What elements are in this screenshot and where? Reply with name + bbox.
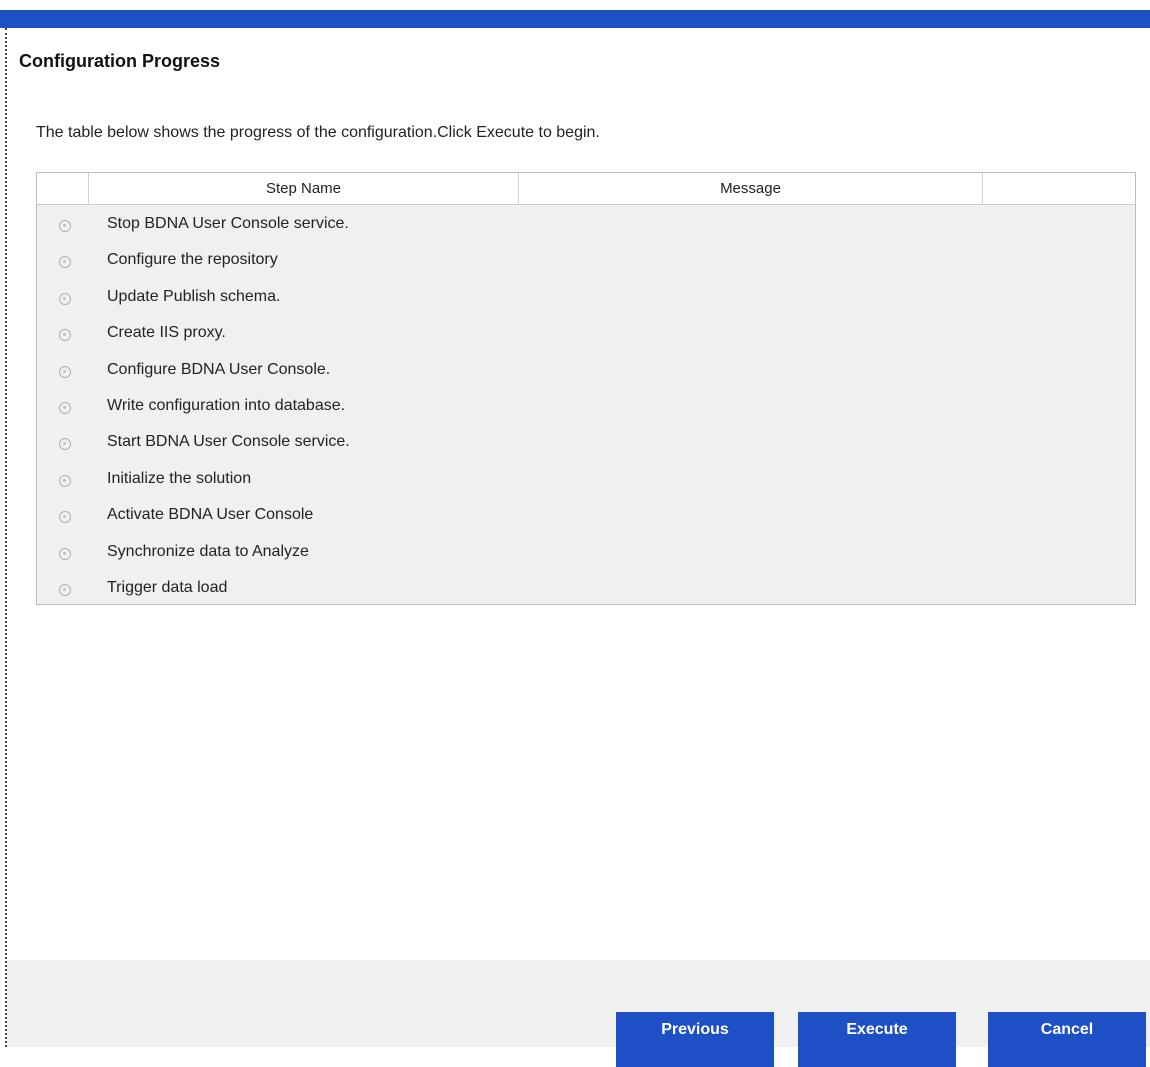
table-row[interactable]: Stop BDNA User Console service.	[37, 211, 1135, 247]
pending-status-icon	[59, 365, 71, 378]
pending-status-icon	[59, 292, 71, 305]
pending-status-icon	[59, 474, 71, 487]
page-title: Configuration Progress	[19, 51, 221, 71]
left-dotted-border	[5, 28, 7, 1047]
table-row[interactable]: Create IIS proxy.	[37, 320, 1135, 356]
top-accent-bar	[0, 10, 1150, 28]
step-name: Configure BDNA User Console.	[107, 360, 331, 378]
execute-button[interactable]: Execute	[798, 1012, 956, 1067]
column-header-step-name[interactable]: Step Name	[89, 173, 519, 204]
pending-status-icon	[59, 220, 71, 232]
pending-status-icon	[59, 583, 71, 596]
table-row[interactable]: Write configuration into database.	[37, 393, 1135, 429]
progress-table: Step Name Message Stop BDNA User Console…	[36, 172, 1136, 605]
table-row[interactable]: Trigger data load	[37, 575, 1135, 611]
table-row[interactable]: Start BDNA User Console service.	[37, 429, 1135, 465]
table-body: Stop BDNA User Console service. Configur…	[37, 211, 1135, 611]
cancel-button[interactable]: Cancel	[988, 1012, 1146, 1067]
table-row[interactable]: Synchronize data to Analyze	[37, 539, 1135, 575]
step-name: Activate BDNA User Console	[107, 506, 314, 524]
pending-status-icon	[59, 547, 71, 560]
pending-status-icon	[59, 511, 71, 524]
intro-text: The table below shows the progress of th…	[36, 124, 600, 141]
pending-status-icon	[59, 401, 71, 414]
step-name: Trigger data load	[107, 578, 228, 596]
step-name: Configure the repository	[107, 251, 278, 269]
footer-bar	[7, 960, 1150, 1047]
table-row[interactable]: Activate BDNA User Console	[37, 502, 1135, 538]
step-name: Synchronize data to Analyze	[107, 542, 309, 560]
step-name: Write configuration into database.	[107, 396, 346, 414]
table-header: Step Name Message	[37, 173, 1135, 205]
column-header-status[interactable]	[37, 173, 89, 204]
pending-status-icon	[59, 329, 71, 342]
previous-button[interactable]: Previous	[616, 1012, 774, 1067]
column-header-message[interactable]: Message	[519, 173, 983, 204]
table-row[interactable]: Update Publish schema.	[37, 284, 1135, 320]
table-row[interactable]: Initialize the solution	[37, 466, 1135, 502]
table-row[interactable]: Configure BDNA User Console.	[37, 357, 1135, 393]
step-name: Create IIS proxy.	[107, 324, 226, 342]
column-header-extra[interactable]	[983, 173, 1137, 204]
table-row[interactable]: Configure the repository	[37, 247, 1135, 283]
step-name: Start BDNA User Console service.	[107, 433, 350, 451]
pending-status-icon	[59, 438, 71, 451]
step-name: Initialize the solution	[107, 469, 252, 487]
step-name: Update Publish schema.	[107, 287, 281, 305]
step-name: Stop BDNA User Console service.	[107, 215, 349, 232]
pending-status-icon	[59, 256, 71, 269]
